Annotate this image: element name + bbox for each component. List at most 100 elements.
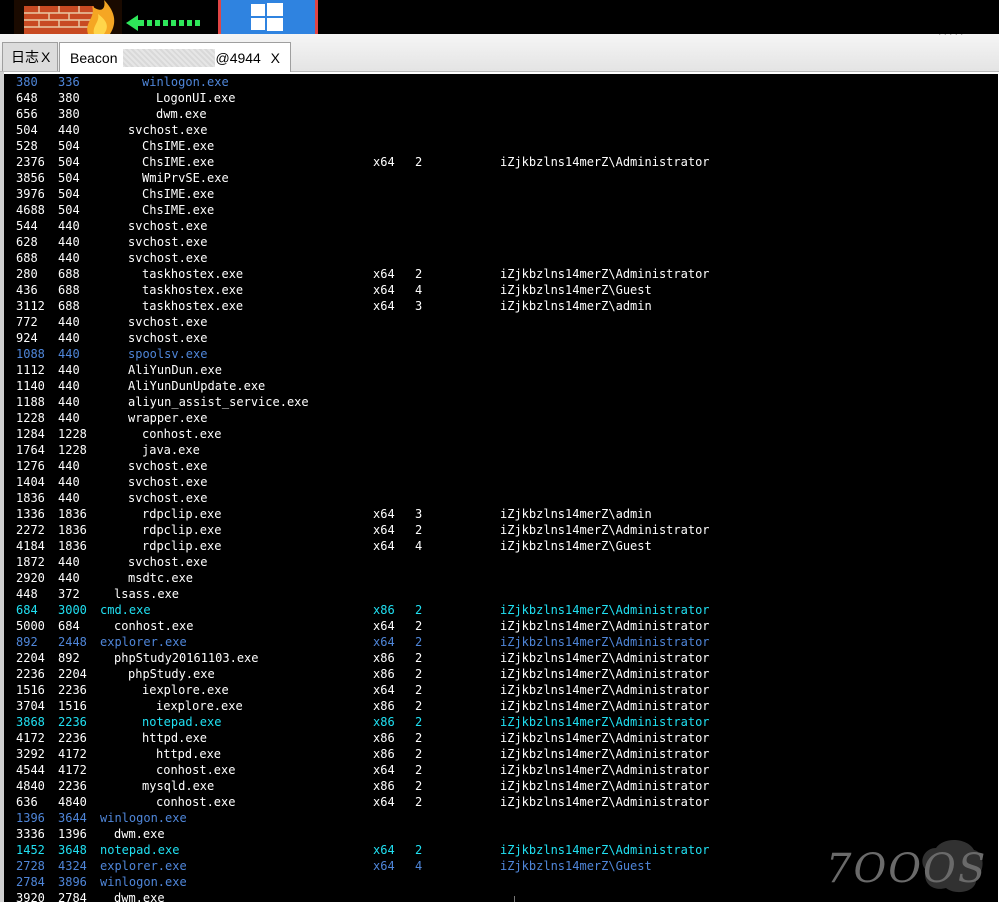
process-name: svchost.exe [128, 331, 208, 345]
process-ppid: 3644 [58, 811, 87, 825]
process-ppid: 2236 [58, 731, 87, 745]
process-row[interactable]: 3856 504 WmiPrvSE.exe [4, 170, 998, 186]
process-arch: x64 [373, 635, 395, 649]
process-row[interactable]: 1188 440 aliyun_assist_service.exe [4, 394, 998, 410]
process-name: svchost.exe [128, 491, 208, 505]
tab-log[interactable]: 日志 X [2, 42, 58, 71]
process-name: taskhostex.exe [142, 267, 244, 281]
process-row[interactable]: 1276 440 svchost.exe [4, 458, 998, 474]
process-pid: 3856 [16, 171, 45, 185]
firewall-icon[interactable] [14, 0, 122, 34]
process-row[interactable]: 1872 440 svchost.exe [4, 554, 998, 570]
resize-grip-icon[interactable]: ˙˙˙˙˙ [938, 34, 966, 44]
process-session: 4 [415, 539, 423, 553]
beacon-console[interactable]: 380 336 winlogon.exe 648 380 LogonUI.exe 656 38… [4, 74, 998, 902]
process-row[interactable]: 1284 1228 conhost.exe [4, 426, 998, 442]
process-row[interactable]: 436 688 taskhostex.exe x64 4 iZjkbzlns14merZ\… [4, 282, 998, 298]
process-pid: 1764 [16, 443, 45, 457]
process-ppid: 504 [58, 171, 80, 185]
process-row[interactable]: 924 440 svchost.exe [4, 330, 998, 346]
process-ppid: 1228 [58, 427, 87, 441]
process-pid: 636 [16, 795, 38, 809]
process-arch: x64 [373, 507, 395, 521]
process-row[interactable]: 544 440 svchost.exe [4, 218, 998, 234]
process-row[interactable]: 4544 4172 conhost.exe x64 2 iZjkbzlns14merZ\A… [4, 762, 998, 778]
process-row[interactable]: 280 688 taskhostex.exe x64 2 iZjkbzlns14merZ\… [4, 266, 998, 282]
process-session: 2 [415, 667, 423, 681]
process-row[interactable]: 4688 504 ChsIME.exe [4, 202, 998, 218]
process-arch: x86 [373, 699, 395, 713]
process-ppid: 2236 [58, 779, 87, 793]
tab-log-close-button[interactable]: X [41, 49, 50, 65]
process-row[interactable]: 2236 2204 phpStudy.exe x86 2 iZjkbzlns14merZ\… [4, 666, 998, 682]
process-pid: 1112 [16, 363, 45, 377]
process-row[interactable]: 648 380 LogonUI.exe [4, 90, 998, 106]
process-row[interactable]: 528 504 ChsIME.exe [4, 138, 998, 154]
process-ppid: 440 [58, 395, 80, 409]
process-name: phpStudy20161103.exe [114, 651, 259, 665]
process-ppid: 3648 [58, 843, 87, 857]
process-row[interactable]: 1088 440 spoolsv.exe [4, 346, 998, 362]
process-row[interactable]: 448 372 lsass.exe [4, 586, 998, 602]
process-row[interactable]: 4172 2236 httpd.exe x86 2 iZjkbzlns14merZ\Adm… [4, 730, 998, 746]
process-pid: 280 [16, 267, 38, 281]
tab-beacon[interactable]: Beacon @4944 X [59, 42, 291, 72]
process-user: iZjkbzlns14merZ\Administrator [500, 155, 710, 169]
process-user: iZjkbzlns14merZ\Administrator [500, 731, 710, 745]
process-row[interactable]: 656 380 dwm.exe [4, 106, 998, 122]
process-row[interactable]: 772 440 svchost.exe [4, 314, 998, 330]
process-row[interactable]: 380 336 winlogon.exe [4, 74, 998, 90]
process-row[interactable]: 684 3000 cmd.exe x86 2 iZjkbzlns14merZ\Admini… [4, 602, 998, 618]
process-row[interactable]: 1140 440 AliYunDunUpdate.exe [4, 378, 998, 394]
process-pid: 1188 [16, 395, 45, 409]
process-user: iZjkbzlns14merZ\Administrator [500, 763, 710, 777]
windows-logo-icon[interactable] [218, 0, 318, 34]
process-user: iZjkbzlns14merZ\Administrator [500, 715, 710, 729]
tab-beacon-close-button[interactable]: X [271, 50, 280, 66]
process-row[interactable]: 1336 1836 rdpclip.exe x64 3 iZjkbzlns14merZ\a… [4, 506, 998, 522]
process-row[interactable]: 628 440 svchost.exe [4, 234, 998, 250]
process-name: svchost.exe [128, 219, 208, 233]
process-row[interactable]: 504 440 svchost.exe [4, 122, 998, 138]
process-row[interactable]: 2272 1836 rdpclip.exe x64 2 iZjkbzlns14merZ\A… [4, 522, 998, 538]
process-ppid: 1396 [58, 827, 87, 841]
process-ppid: 440 [58, 459, 80, 473]
process-row[interactable]: 5000 684 conhost.exe x64 2 iZjkbzlns14merZ\Ad… [4, 618, 998, 634]
process-row[interactable]: 3704 1516 iexplore.exe x86 2 iZjkbzlns14merZ\… [4, 698, 998, 714]
process-name: ChsIME.exe [142, 155, 215, 169]
process-session: 2 [415, 267, 423, 281]
process-ppid: 504 [58, 155, 80, 169]
process-ppid: 3896 [58, 875, 87, 889]
process-row[interactable]: 1516 2236 iexplore.exe x64 2 iZjkbzlns14merZ\… [4, 682, 998, 698]
process-ppid: 1836 [58, 523, 87, 537]
process-row[interactable]: 4840 2236 mysqld.exe x86 2 iZjkbzlns14merZ\Ad… [4, 778, 998, 794]
process-row[interactable]: 3112 688 taskhostex.exe x64 3 iZjkbzlns14merZ… [4, 298, 998, 314]
process-ppid: 4840 [58, 795, 87, 809]
process-pid: 1140 [16, 379, 45, 393]
process-ppid: 1836 [58, 539, 87, 553]
process-row[interactable]: 4184 1836 rdpclip.exe x64 4 iZjkbzlns14merZ\G… [4, 538, 998, 554]
process-pid: 2728 [16, 859, 45, 873]
process-row[interactable]: 1836 440 svchost.exe [4, 490, 998, 506]
process-row[interactable]: 1228 440 wrapper.exe [4, 410, 998, 426]
process-row[interactable]: 2376 504 ChsIME.exe x64 2 iZjkbzlns14merZ\Adm… [4, 154, 998, 170]
process-name: taskhostex.exe [142, 283, 244, 297]
process-row[interactable]: 688 440 svchost.exe [4, 250, 998, 266]
process-row[interactable]: 1112 440 AliYunDun.exe [4, 362, 998, 378]
process-row[interactable]: 3868 2236 notepad.exe x86 2 iZjkbzlns14merZ\A… [4, 714, 998, 730]
process-name: svchost.exe [128, 475, 208, 489]
process-ppid: 440 [58, 251, 80, 265]
process-row[interactable]: 3292 4172 httpd.exe x86 2 iZjkbzlns14merZ\Adm… [4, 746, 998, 762]
process-row[interactable]: 2204 892 phpStudy20161103.exe x86 2 iZjkbzlns… [4, 650, 998, 666]
process-name: explorer.exe [100, 635, 187, 649]
process-row[interactable]: 3976 504 ChsIME.exe [4, 186, 998, 202]
process-row[interactable]: 2920 440 msdtc.exe [4, 570, 998, 586]
process-row[interactable]: 636 4840 conhost.exe x64 2 iZjkbzlns14merZ\Ad… [4, 794, 998, 810]
process-row[interactable]: 1764 1228 java.exe [4, 442, 998, 458]
process-name: winlogon.exe [100, 875, 187, 889]
process-user: iZjkbzlns14merZ\Administrator [500, 619, 710, 633]
process-row[interactable]: 1404 440 svchost.exe [4, 474, 998, 490]
process-row[interactable]: 1396 3644 winlogon.exe [4, 810, 998, 826]
process-row[interactable]: 892 2448 explorer.exe x64 2 iZjkbzlns14merZ\A… [4, 634, 998, 650]
process-name: svchost.exe [128, 235, 208, 249]
